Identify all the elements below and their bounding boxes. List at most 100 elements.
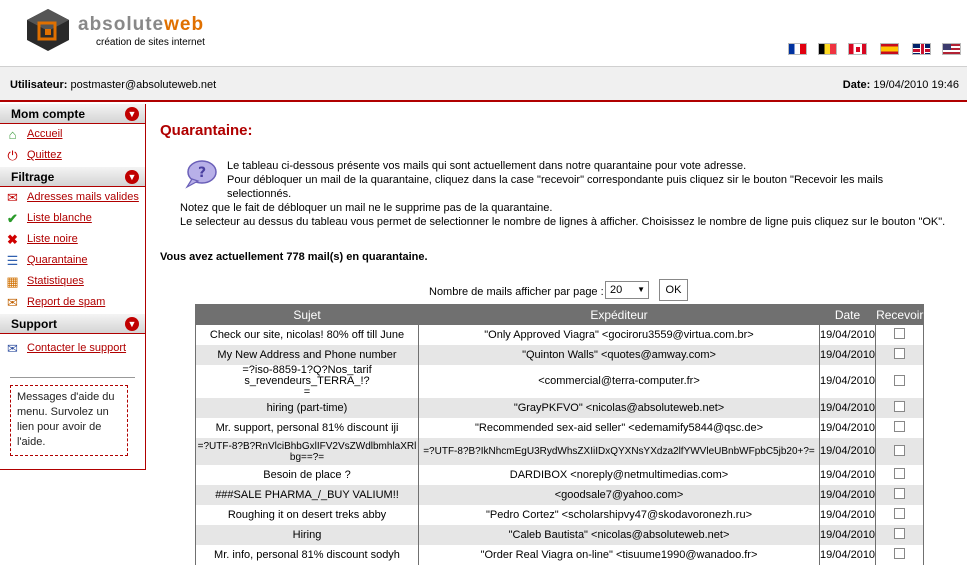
receive-checkbox[interactable] <box>894 488 906 499</box>
table-row: ###SALE PHARMA_/_BUY VALIUM!! <goodsale7… <box>195 485 925 505</box>
cell-receive <box>875 505 925 525</box>
receive-checkbox[interactable] <box>894 528 906 539</box>
cell-sender: "Recommended sex-aid seller" <edemamify5… <box>418 418 820 438</box>
sidebar-section-support[interactable]: Support ▼ <box>0 314 145 334</box>
envelope-icon: ✉ <box>7 341 18 356</box>
sidebar-link-liste-noire[interactable]: Liste noire <box>27 233 78 245</box>
sidebar-link-statistiques[interactable]: Statistiques <box>27 275 84 287</box>
table-row: Besoin de place ? DARDIBOX <noreply@netm… <box>195 465 925 485</box>
envelope-check-icon: ✉ <box>7 190 18 205</box>
collapse-chevron-icon[interactable]: ▼ <box>125 107 139 121</box>
table-row: =?UTF-8?B?RnVlciBhbGxlIFV2VsZWdlbmhlaXRl… <box>195 438 925 465</box>
cell-date: 19/04/2010 <box>818 398 876 418</box>
table-row: Check our site, nicolas! 80% off till Ju… <box>195 324 925 345</box>
receive-checkbox[interactable] <box>894 348 906 359</box>
cell-sender: <goodsale7@yahoo.com> <box>418 485 820 505</box>
sidebar-item-liste-blanche[interactable]: ✔ Liste blanche <box>0 208 145 229</box>
header: absoluteweb création de sites internet <box>0 0 967 66</box>
cell-sender: "Only Approved Viagra" <gociroru3559@vir… <box>418 324 820 345</box>
receive-checkbox[interactable] <box>894 444 906 456</box>
sidebar-link-quarantaine[interactable]: Quarantaine <box>27 254 88 266</box>
sidebar-section-filtrage[interactable]: Filtrage ▼ <box>0 167 145 187</box>
sidebar-item-contact[interactable]: ✉ Contacter le support <box>0 338 145 359</box>
cell-subject: =?UTF-8?B?RnVlciBhbGxlIFV2VsZWdlbmhlaXRl… <box>195 438 419 465</box>
brand-tagline: création de sites internet <box>96 37 205 48</box>
quarantine-table: Sujet Expéditeur Date Recevoir Check our… <box>195 304 925 565</box>
sidebar-item-liste-noire[interactable]: ✖ Liste noire <box>0 229 145 250</box>
us-flag-icon[interactable] <box>942 43 961 55</box>
table-row: hiring (part-time) "GrayPKFVO" <nicolas@… <box>195 398 925 418</box>
power-off-icon: ⏻ <box>7 148 18 163</box>
collapse-chevron-icon[interactable]: ▼ <box>125 170 139 184</box>
column-header-receive[interactable]: Recevoir <box>875 304 925 325</box>
sidebar-item-quarantaine[interactable]: ☰ Quarantaine <box>0 250 145 271</box>
cell-sender: "Quinton Walls" <quotes@amway.com> <box>418 345 820 365</box>
column-header-date[interactable]: Date <box>818 304 877 325</box>
receive-checkbox[interactable] <box>894 468 906 479</box>
receive-checkbox[interactable] <box>894 421 906 432</box>
column-header-sender[interactable]: Expéditeur <box>418 304 820 325</box>
sidebar-item-report-spam[interactable]: ✉ Report de spam <box>0 292 145 314</box>
receive-checkbox[interactable] <box>894 508 906 519</box>
home-icon: ⌂ <box>8 127 17 142</box>
user-value: postmaster@absoluteweb.net <box>70 79 217 91</box>
cell-receive <box>875 365 925 398</box>
divider <box>10 377 135 378</box>
perpage-label: Nombre de mails afficher par page : <box>429 286 604 298</box>
table-header-row: Sujet Expéditeur Date Recevoir <box>195 304 925 325</box>
list-icon: ☰ <box>6 253 19 268</box>
cell-subject: My New Address and Phone number <box>195 345 419 365</box>
sidebar-link-liste-blanche[interactable]: Liste blanche <box>27 212 92 224</box>
sidebar-item-adresses[interactable]: ✉ Adresses mails valides <box>0 187 145 208</box>
receive-checkbox[interactable] <box>894 374 906 386</box>
fr-flag-icon[interactable] <box>788 43 807 55</box>
help-box: Messages d'aide du menu. Survolez un lie… <box>10 385 128 456</box>
ok-button[interactable]: OK <box>659 279 688 301</box>
cell-receive <box>875 465 925 485</box>
cell-date: 19/04/2010 <box>818 438 876 465</box>
cell-receive <box>875 545 925 565</box>
perpage-select[interactable]: 20 ▼ <box>605 281 649 299</box>
cell-date: 19/04/2010 <box>818 345 876 365</box>
cell-sender: "Caleb Bautista" <nicolas@absoluteweb.ne… <box>418 525 820 545</box>
cell-receive <box>875 438 925 465</box>
cell-date: 19/04/2010 <box>818 324 876 345</box>
cell-subject: Hiring <box>195 525 419 545</box>
receive-checkbox[interactable] <box>894 548 906 559</box>
sidebar-link-report-spam[interactable]: Report de spam <box>27 296 105 308</box>
sidebar-link-contact[interactable]: Contacter le support <box>27 342 126 354</box>
sidebar-link-accueil[interactable]: Accueil <box>27 128 62 140</box>
user-label: Utilisateur: <box>10 79 68 91</box>
sidebar-link-quittez[interactable]: Quittez <box>27 149 62 161</box>
svg-text:?: ? <box>198 165 206 181</box>
quarantine-count: Vous avez actuellement 778 mail(s) en qu… <box>160 251 428 263</box>
sidebar-link-adresses[interactable]: Adresses mails valides <box>27 191 139 203</box>
cell-date: 19/04/2010 <box>818 365 876 398</box>
sidebar-item-statistiques[interactable]: ▦ Statistiques <box>0 271 145 292</box>
uk-flag-icon[interactable] <box>912 43 931 55</box>
date-value: 19/04/2010 19:46 <box>873 79 959 91</box>
be-flag-icon[interactable] <box>818 43 837 55</box>
chart-icon: ▦ <box>6 274 19 289</box>
cell-subject: Mr. support, personal 81% discount iji <box>195 418 419 438</box>
date-label: Date: <box>842 79 871 91</box>
cross-icon: ✖ <box>7 232 18 247</box>
es-flag-icon[interactable] <box>880 43 899 55</box>
chevron-down-icon: ▼ <box>637 285 645 294</box>
cell-date: 19/04/2010 <box>818 418 876 438</box>
collapse-chevron-icon[interactable]: ▼ <box>125 317 139 331</box>
brand-logo[interactable] <box>26 8 70 52</box>
cell-subject: Check our site, nicolas! 80% off till Ju… <box>195 324 419 345</box>
sidebar-item-accueil[interactable]: ⌂ Accueil <box>0 124 145 145</box>
ca-flag-icon[interactable] <box>848 43 867 55</box>
column-header-subject[interactable]: Sujet <box>195 304 419 325</box>
receive-checkbox[interactable] <box>894 328 906 339</box>
cell-subject: Besoin de place ? <box>195 465 419 485</box>
receive-checkbox[interactable] <box>894 401 906 412</box>
cell-sender: =?UTF-8?B?IkNhcmEgU3RydWhsZXIiIDxQYXNsYX… <box>418 438 820 465</box>
sidebar-section-account[interactable]: Mom compte ▼ <box>0 104 145 124</box>
cell-sender: DARDIBOX <noreply@netmultimedias.com> <box>418 465 820 485</box>
cell-sender: "Pedro Cortez" <scholarshipvy47@skodavor… <box>418 505 820 525</box>
sidebar-item-quittez[interactable]: ⏻ Quittez <box>0 145 145 167</box>
cell-receive <box>875 485 925 505</box>
